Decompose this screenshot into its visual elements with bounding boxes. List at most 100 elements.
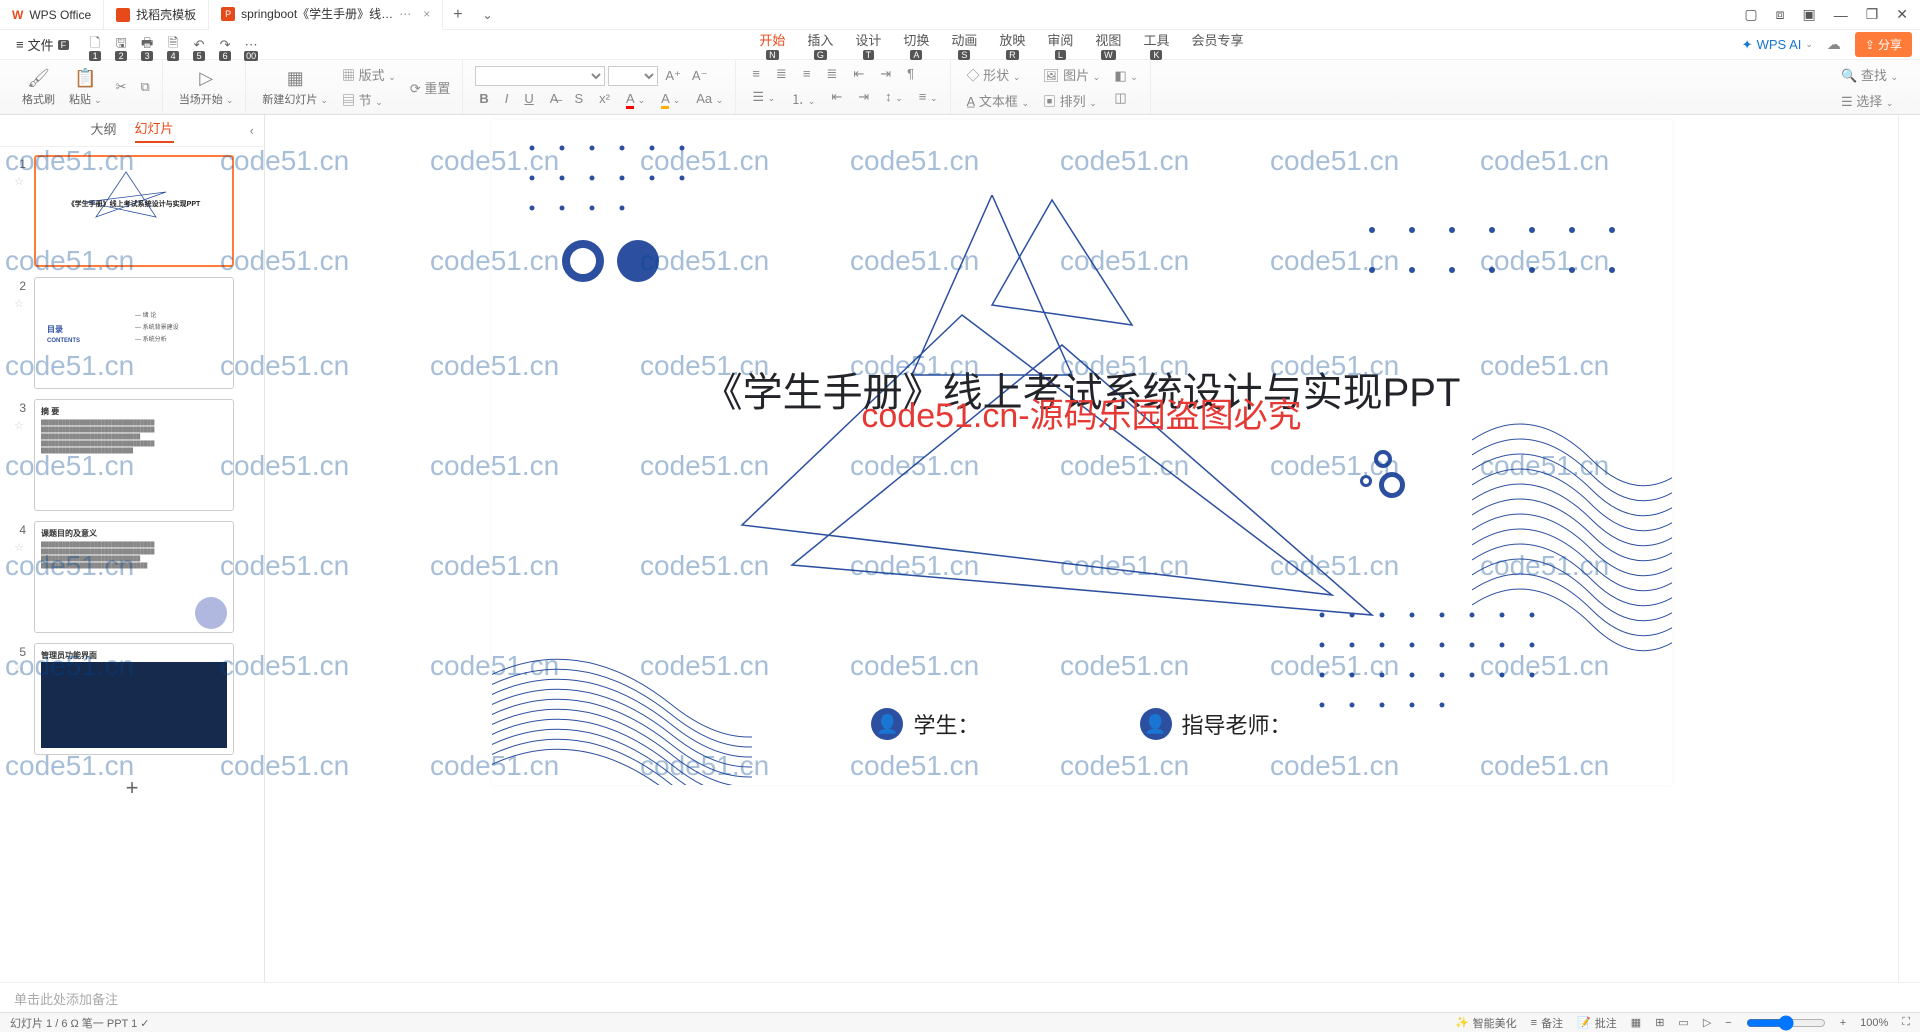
line-spacing-icon[interactable]: ↕ ⌄	[881, 87, 907, 110]
star-icon[interactable]: ☆	[14, 175, 24, 188]
share-button[interactable]: ⇪分享	[1855, 32, 1912, 57]
tab-wps-office[interactable]: W WPS Office	[0, 0, 104, 30]
align-right-icon[interactable]: ≡	[799, 64, 815, 84]
collapse-panel-icon[interactable]: ‹	[250, 123, 254, 138]
comments-button[interactable]: 📝 批注	[1577, 1015, 1617, 1031]
superscript-icon[interactable]: x²	[595, 89, 614, 108]
indent-left-icon[interactable]: ⇤	[849, 64, 868, 84]
align-left-icon[interactable]: ≡	[748, 64, 764, 84]
slide-canvas[interactable]: 《学生手册》线上考试系统设计与实现PPT code51.cn-源码乐园盗图必究 …	[492, 120, 1672, 785]
tab-transition[interactable]: 切换A	[901, 30, 931, 60]
format-painter-button[interactable]: 🖌格式刷	[18, 65, 59, 109]
font-color-icon[interactable]: A ⌄	[622, 89, 649, 108]
add-tab-button[interactable]: +	[443, 0, 472, 30]
decrease-indent-icon[interactable]: ⇤	[827, 87, 846, 110]
notes-pane[interactable]: 单击此处添加备注	[0, 982, 1920, 1012]
user-icon[interactable]: ▣	[1802, 6, 1815, 23]
tab-templates[interactable]: 找稻壳模板	[104, 0, 209, 30]
star-icon[interactable]: ☆	[14, 297, 24, 310]
numbering-icon[interactable]: ⒈ ⌄	[787, 87, 819, 110]
view-reading-icon[interactable]: ▭	[1678, 1016, 1688, 1029]
qat-undo-icon[interactable]: ↶5	[189, 35, 209, 55]
text-direction-icon[interactable]: ≡ ⌄	[915, 87, 942, 110]
cube-icon[interactable]: ⧈	[1776, 6, 1785, 23]
tab-play[interactable]: 放映R	[997, 30, 1027, 60]
ai-beautify-button[interactable]: ✨ 智能美化	[1455, 1015, 1517, 1031]
slides-tab[interactable]: 幻灯片	[135, 118, 174, 143]
view-sorter-icon[interactable]: ⊞	[1655, 1016, 1664, 1029]
increase-font-icon[interactable]: A⁺	[661, 66, 685, 86]
select-button[interactable]: ☰ 选择 ⌄	[1837, 89, 1902, 112]
italic-icon[interactable]: I	[501, 89, 513, 108]
teacher-field[interactable]: 👤 指导老师：	[1140, 708, 1292, 740]
font-family-select[interactable]	[475, 66, 605, 86]
paste-button[interactable]: 📋粘贴 ⌄	[65, 65, 106, 109]
find-button[interactable]: 🔍 查找 ⌄	[1837, 63, 1902, 86]
zoom-in-icon[interactable]: +	[1840, 1017, 1846, 1029]
tab-menu-button[interactable]: ⌄	[473, 0, 503, 30]
bold-icon[interactable]: B	[475, 89, 492, 108]
maximize-icon[interactable]: ❐	[1866, 6, 1879, 23]
qat-export-icon[interactable]: 🗎4	[163, 35, 183, 55]
play-from-current-button[interactable]: ▷当场开始 ⌄	[175, 65, 238, 109]
zoom-value[interactable]: 100%	[1860, 1017, 1888, 1029]
tab-member[interactable]: 会员专享	[1189, 30, 1245, 60]
align-center-icon[interactable]: ≣	[772, 64, 791, 84]
close-window-icon[interactable]: ✕	[1896, 6, 1908, 23]
view-slideshow-icon[interactable]: ▷	[1703, 1016, 1711, 1029]
qat-save-icon[interactable]: 🖫2	[111, 35, 131, 55]
zoom-slider[interactable]	[1746, 1015, 1826, 1031]
image-button[interactable]: 🖼 图片 ⌄	[1039, 63, 1104, 86]
tab-insert[interactable]: 插入G	[805, 30, 835, 60]
section-button[interactable]: ▤ 节 ⌄	[338, 88, 400, 111]
wps-ai-button[interactable]: ✦WPS AI⌄	[1742, 37, 1813, 53]
increase-indent-icon[interactable]: ⇥	[854, 87, 873, 110]
slide-thumb-3[interactable]: 摘 要 ████████████████████████████████████…	[34, 399, 234, 511]
slide-thumb-1[interactable]: 《学生手册》线上考试系统设计与实现PPT	[34, 155, 234, 267]
slide-thumb-4[interactable]: 课题目的及意义 ████████████████████████████████…	[34, 521, 234, 633]
strikethrough-icon[interactable]: S	[570, 89, 587, 108]
slide-thumb-2[interactable]: 目录CONTENTS — 绪 论 — 系统背景建设 — 系统分析	[34, 277, 234, 389]
indent-right-icon[interactable]: ⇥	[876, 64, 895, 84]
fit-icon[interactable]: ⛶	[1902, 1016, 1910, 1029]
font-size-select[interactable]	[608, 66, 658, 86]
tab-start[interactable]: 开始N	[757, 30, 787, 60]
shape-button[interactable]: ◇ 形状 ⌄	[963, 63, 1033, 86]
decrease-font-icon[interactable]: A⁻	[688, 66, 712, 86]
underline-icon[interactable]: U	[520, 89, 537, 108]
close-icon[interactable]: ×	[423, 7, 430, 21]
qat-print-icon[interactable]: 🖶3	[137, 35, 157, 55]
change-case-icon[interactable]: Aa ⌄	[692, 89, 727, 108]
tab-document[interactable]: P springboot《学生手册》线… ⋯ ×	[209, 0, 443, 30]
tab-tools[interactable]: 工具K	[1141, 30, 1171, 60]
fill-color-icon[interactable]: ◧ ⌄	[1110, 66, 1141, 86]
add-slide-button[interactable]: +	[126, 775, 139, 800]
tab-review[interactable]: 审阅L	[1045, 30, 1075, 60]
cloud-sync-icon[interactable]: ☁	[1827, 36, 1841, 53]
reset-button[interactable]: ⟳ 重置	[406, 76, 455, 99]
view-normal-icon[interactable]: ▦	[1631, 1016, 1641, 1029]
notes-button[interactable]: ≡ 备注	[1531, 1015, 1563, 1031]
star-icon[interactable]: ☆	[14, 663, 24, 676]
arrange-button[interactable]: ▣ 排列 ⌄	[1039, 89, 1104, 112]
rtl-icon[interactable]: ¶	[903, 64, 918, 84]
bullets-icon[interactable]: ☰ ⌄	[748, 87, 779, 110]
layout-button[interactable]: ▦ 版式 ⌄	[338, 63, 400, 86]
cut-icon[interactable]: ✂	[112, 77, 131, 97]
align-justify-icon[interactable]: ≣	[822, 64, 841, 84]
star-icon[interactable]: ☆	[14, 419, 24, 432]
tab-design[interactable]: 设计T	[853, 30, 883, 60]
outline-color-icon[interactable]: ◫	[1110, 88, 1141, 108]
window-tile-icon[interactable]: ▢	[1744, 6, 1757, 23]
file-menu-button[interactable]: ≡ 文件 F	[8, 35, 77, 54]
copy-icon[interactable]: ⧉	[137, 77, 154, 97]
tab-animation[interactable]: 动画S	[949, 30, 979, 60]
outline-tab[interactable]: 大纲	[90, 119, 116, 142]
slide-thumb-5[interactable]: 管理员功能界面	[34, 643, 234, 755]
zoom-out-icon[interactable]: −	[1725, 1017, 1731, 1029]
qat-more-icon[interactable]: ⋯00	[241, 35, 261, 55]
qat-redo-icon[interactable]: ↷6	[215, 35, 235, 55]
minimize-icon[interactable]: —	[1834, 7, 1848, 23]
qat-new-icon[interactable]: 🗋1	[85, 35, 105, 55]
tab-view[interactable]: 视图W	[1093, 30, 1123, 60]
